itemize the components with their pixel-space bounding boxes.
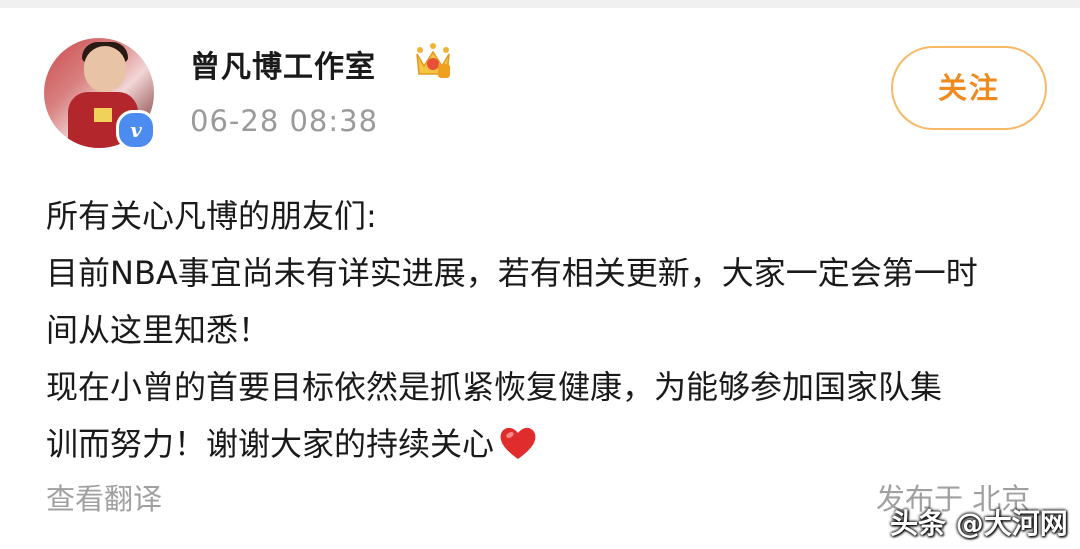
source-watermark: 头条 @大河网 — [890, 507, 1068, 540]
post-line-3: 间从这里知悉！ — [46, 311, 271, 349]
post-line-1: 所有关心凡博的朋友们: — [46, 197, 377, 235]
weibo-post-screen: v 曾凡博工作室 06-28 08:38 关注 所有关心凡博的朋友们: 目前NB… — [0, 0, 1080, 549]
crown-icon[interactable] — [412, 40, 454, 82]
red-heart-icon — [500, 427, 536, 459]
verified-v-icon: v — [116, 110, 156, 150]
post-content: 所有关心凡博的朋友们: 目前NBA事宜尚未有详实进展，若有相关更新，大家一定会第… — [46, 188, 1046, 473]
post-line-5: 训而努力！谢谢大家的持续关心 — [46, 425, 495, 463]
translate-link[interactable]: 查看翻译 — [46, 476, 162, 518]
avatar-face — [84, 46, 126, 92]
post-line-5-wrap: 训而努力！谢谢大家的持续关心 — [46, 416, 1046, 473]
post-line-2: 目前NBA事宜尚未有详实进展，若有相关更新，大家一定会第一时 — [46, 254, 978, 292]
post-header: v 曾凡博工作室 06-28 08:38 关注 — [44, 38, 1047, 158]
top-divider — [0, 0, 1080, 8]
author-name[interactable]: 曾凡博工作室 — [190, 42, 376, 86]
avatar-jersey-number — [94, 108, 112, 122]
follow-button[interactable]: 关注 — [891, 46, 1047, 130]
post-timestamp: 06-28 08:38 — [190, 104, 379, 138]
post-line-4: 现在小曾的首要目标依然是抓紧恢复健康，为能够参加国家队集 — [46, 368, 943, 406]
